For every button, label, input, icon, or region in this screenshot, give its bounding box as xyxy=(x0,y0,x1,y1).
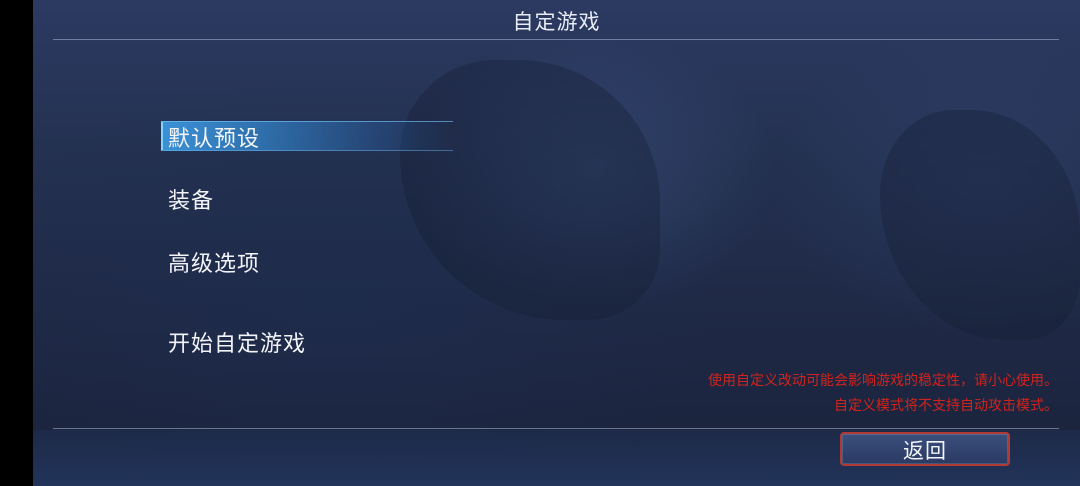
menu-item-advanced-options[interactable]: 高级选项 xyxy=(168,246,260,278)
custom-game-screen: 自定游戏 默认预设 装备 高级选项 开始自定游戏 使用自定义改动可能会影响游戏的… xyxy=(0,0,1080,486)
top-divider xyxy=(53,39,1059,40)
back-button[interactable]: 返回 xyxy=(840,432,1010,466)
menu-item-start-custom-game[interactable]: 开始自定游戏 xyxy=(168,326,306,358)
auto-attack-warning-text: 自定义模式将不支持自动攻击模式。 xyxy=(834,398,1058,414)
menu-item-default-preset[interactable]: 默认预设 xyxy=(168,121,260,153)
bottom-divider xyxy=(53,428,1059,429)
menu-item-equipment[interactable]: 装备 xyxy=(168,183,214,215)
left-black-bar xyxy=(0,0,33,486)
page-title: 自定游戏 xyxy=(512,10,601,34)
stability-warning-text: 使用自定义改动可能会影响游戏的稳定性，请小心使用。 xyxy=(708,373,1058,389)
